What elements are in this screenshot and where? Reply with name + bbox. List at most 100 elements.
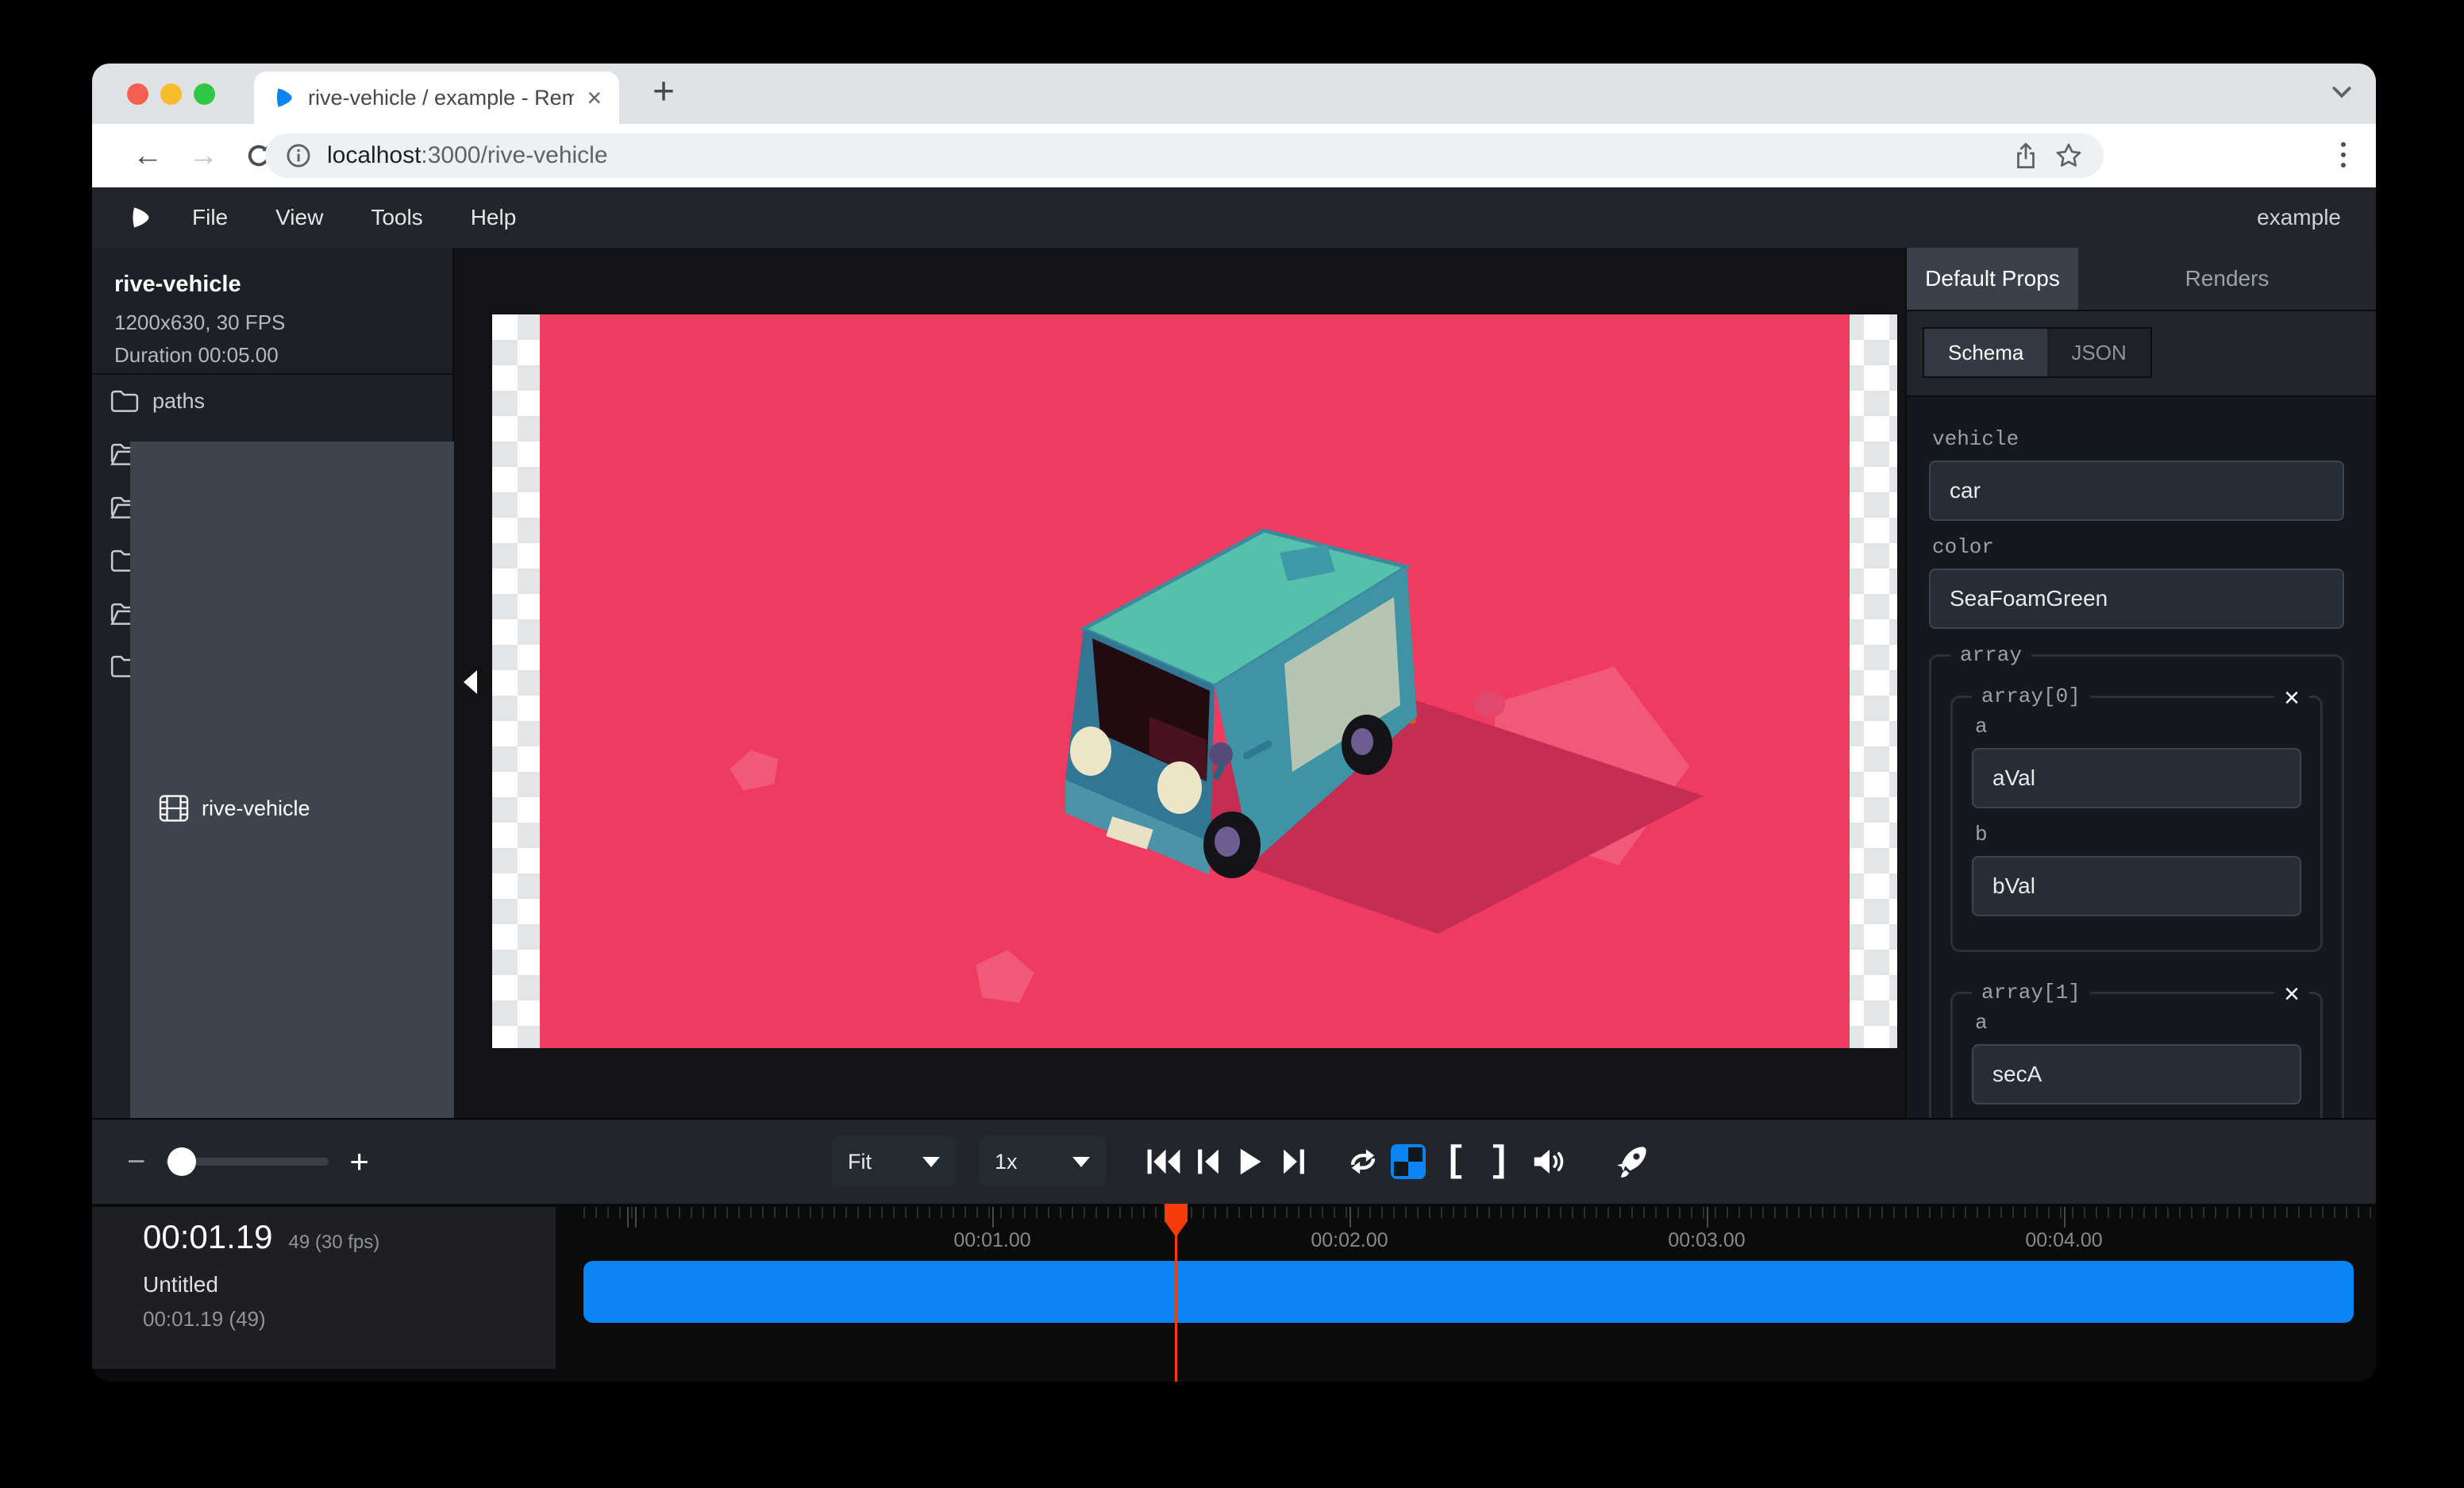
prop-input-a[interactable]: secA bbox=[1972, 1044, 2301, 1104]
chevron-down-icon bbox=[1072, 1157, 1090, 1167]
compositions-sidebar: rive-vehicle 1200x630, 30 FPS Duration 0… bbox=[92, 248, 454, 1118]
browser-tab[interactable]: rive-vehicle / example - Remoti × bbox=[254, 71, 619, 124]
timeline-info-card: 00:01.19 49 (30 fps) Untitled 00:01.19 (… bbox=[92, 1207, 556, 1369]
prop-input-vehicle[interactable]: car bbox=[1929, 461, 2344, 521]
remotion-logo-icon bbox=[127, 205, 152, 230]
remotion-favicon-icon bbox=[271, 86, 295, 110]
next-frame-button[interactable] bbox=[1281, 1147, 1307, 1176]
prop-input-a[interactable]: aVal bbox=[1972, 748, 2301, 808]
ruler-major-ticks bbox=[583, 1207, 2376, 1228]
background-pentagon-bottom bbox=[972, 946, 1037, 1004]
mode-schema[interactable]: Schema bbox=[1924, 329, 2047, 376]
menu-item-file[interactable]: File bbox=[192, 205, 228, 230]
menu-item-view[interactable]: View bbox=[275, 205, 323, 230]
timeline: 00:01.19 49 (30 fps) Untitled 00:01.19 (… bbox=[92, 1204, 2376, 1382]
remove-array-item-button[interactable]: × bbox=[2274, 684, 2309, 711]
playback-speed-dropdown[interactable]: 1x bbox=[979, 1136, 1106, 1187]
current-frame-info: 49 (30 fps) bbox=[289, 1232, 380, 1254]
sidebar-folder-paths[interactable]: paths bbox=[92, 375, 452, 428]
zoom-slider[interactable] bbox=[166, 1158, 329, 1166]
app-menubar: File View Tools Help example bbox=[92, 187, 2376, 248]
forward-icon[interactable]: → bbox=[179, 124, 227, 187]
browser-menu-icon[interactable] bbox=[2341, 142, 2346, 168]
render-rocket-icon[interactable] bbox=[1613, 1143, 1650, 1180]
bookmark-star-icon[interactable] bbox=[2054, 141, 2083, 170]
share-icon[interactable] bbox=[2013, 141, 2039, 171]
back-icon[interactable]: ← bbox=[124, 124, 171, 187]
van-illustration bbox=[1016, 508, 1461, 889]
composition-list: image-in-lottie loader paths gif gif gif… bbox=[92, 375, 452, 693]
composition-canvas[interactable] bbox=[540, 314, 1850, 1048]
zoom-slider-thumb[interactable] bbox=[167, 1147, 196, 1176]
array-group-label: array bbox=[1950, 643, 2031, 667]
ruler-time-label: 00:02.00 bbox=[1311, 1229, 1388, 1252]
collapse-left-panel-icon[interactable] bbox=[464, 670, 477, 694]
minimize-traffic-light[interactable] bbox=[160, 83, 182, 105]
maximize-traffic-light[interactable] bbox=[194, 83, 215, 105]
paint-splat bbox=[1473, 691, 1505, 718]
speed-dropdown-value: 1x bbox=[995, 1150, 1018, 1174]
remove-array-item-button[interactable]: × bbox=[2274, 981, 2309, 1008]
browser-tab-strip: rive-vehicle / example - Remoti × + bbox=[92, 64, 2376, 124]
composition-film-icon bbox=[159, 795, 189, 822]
set-out-point-button[interactable]: ] bbox=[1488, 1141, 1511, 1182]
schema-mode-strip: SchemaJSON bbox=[1907, 311, 2376, 397]
sidebar-item-label: rive-vehicle bbox=[202, 796, 310, 821]
project-name: rive-vehicle bbox=[114, 272, 452, 298]
play-button[interactable] bbox=[1237, 1147, 1264, 1177]
main-content: rive-vehicle 1200x630, 30 FPS Duration 0… bbox=[92, 248, 2376, 1118]
project-info: rive-vehicle 1200x630, 30 FPS Duration 0… bbox=[92, 248, 452, 368]
prop-input-b[interactable]: bVal bbox=[1972, 856, 2301, 916]
url-text: localhost:3000/rive-vehicle bbox=[327, 142, 608, 169]
project-resolution: 1200x630, 30 FPS bbox=[114, 310, 452, 335]
prop-input-color[interactable]: SeaFoamGreen bbox=[1929, 569, 2344, 629]
composition-transparency-checkerboard bbox=[492, 314, 1897, 1048]
tab-renders[interactable]: Renders bbox=[2078, 248, 2376, 310]
prop-label-color: color bbox=[1932, 535, 2344, 559]
timeline-track-bar[interactable] bbox=[583, 1261, 2354, 1323]
tab-default-props[interactable]: Default Props bbox=[1907, 248, 2078, 310]
default-props-form: vehiclecarcolorSeaFoamGreenarrayarray[0]… bbox=[1907, 397, 2376, 1118]
zoom-in-button[interactable]: + bbox=[349, 1143, 369, 1181]
array-item-label: array[1] bbox=[1972, 981, 2090, 1004]
tab-search-chevron-icon[interactable] bbox=[2331, 86, 2352, 98]
ruler-time-label: 00:01.00 bbox=[953, 1229, 1030, 1252]
ruler-time-label: 00:03.00 bbox=[1668, 1229, 1745, 1252]
url-address-bar[interactable]: localhost:3000/rive-vehicle bbox=[265, 133, 2104, 178]
fit-dropdown[interactable]: Fit bbox=[832, 1136, 956, 1187]
background-pentagon-small bbox=[727, 745, 783, 792]
project-label: example bbox=[2257, 205, 2341, 230]
mode-json[interactable]: JSON bbox=[2047, 329, 2150, 376]
prop-label-a: a bbox=[1975, 715, 2301, 738]
page-info-icon[interactable] bbox=[286, 143, 311, 168]
track-duration: 00:01.19 (49) bbox=[143, 1307, 556, 1332]
folder-closed-icon bbox=[110, 387, 140, 414]
skip-to-start-button[interactable] bbox=[1145, 1147, 1182, 1176]
prop-label-a: a bbox=[1975, 1011, 2301, 1035]
tab-title: rive-vehicle / example - Remoti bbox=[308, 86, 574, 110]
volume-icon[interactable] bbox=[1532, 1147, 1567, 1177]
menu-item-help[interactable]: Help bbox=[471, 205, 517, 230]
menu-items-container: File View Tools Help bbox=[192, 205, 516, 230]
tab-close-icon[interactable]: × bbox=[587, 85, 602, 110]
ruler-time-label: 00:04.00 bbox=[2025, 1229, 2102, 1252]
app-window: rive-vehicle / example - Remoti × + ← → … bbox=[92, 64, 2376, 1382]
zoom-out-button[interactable]: − bbox=[127, 1144, 145, 1180]
track-name: Untitled bbox=[143, 1272, 556, 1297]
prop-label-vehicle: vehicle bbox=[1932, 427, 2344, 451]
props-panel: Default PropsRenders SchemaJSON vehicle c… bbox=[1905, 248, 2376, 1118]
set-in-point-button[interactable]: [ bbox=[1444, 1141, 1466, 1182]
fit-dropdown-value: Fit bbox=[848, 1150, 872, 1174]
props-panel-tabs: Default PropsRenders bbox=[1907, 248, 2376, 311]
schema-json-toggle: SchemaJSON bbox=[1923, 327, 2152, 378]
canvas-zoom-control: − + bbox=[127, 1120, 369, 1204]
menu-item-tools[interactable]: Tools bbox=[371, 205, 422, 230]
previous-frame-button[interactable] bbox=[1195, 1147, 1221, 1176]
array-item-array[0]: array[0] ×aaValbbVal bbox=[1950, 684, 2323, 952]
loop-toggle-icon[interactable] bbox=[1346, 1146, 1380, 1178]
project-duration: Duration 00:05.00 bbox=[114, 343, 452, 368]
browser-toolbar: ← → localhost:3000/rive-vehicle bbox=[92, 124, 2376, 187]
close-traffic-light[interactable] bbox=[127, 83, 148, 105]
transparency-checkerboard-toggle[interactable] bbox=[1391, 1144, 1426, 1179]
new-tab-button[interactable]: + bbox=[653, 70, 675, 114]
